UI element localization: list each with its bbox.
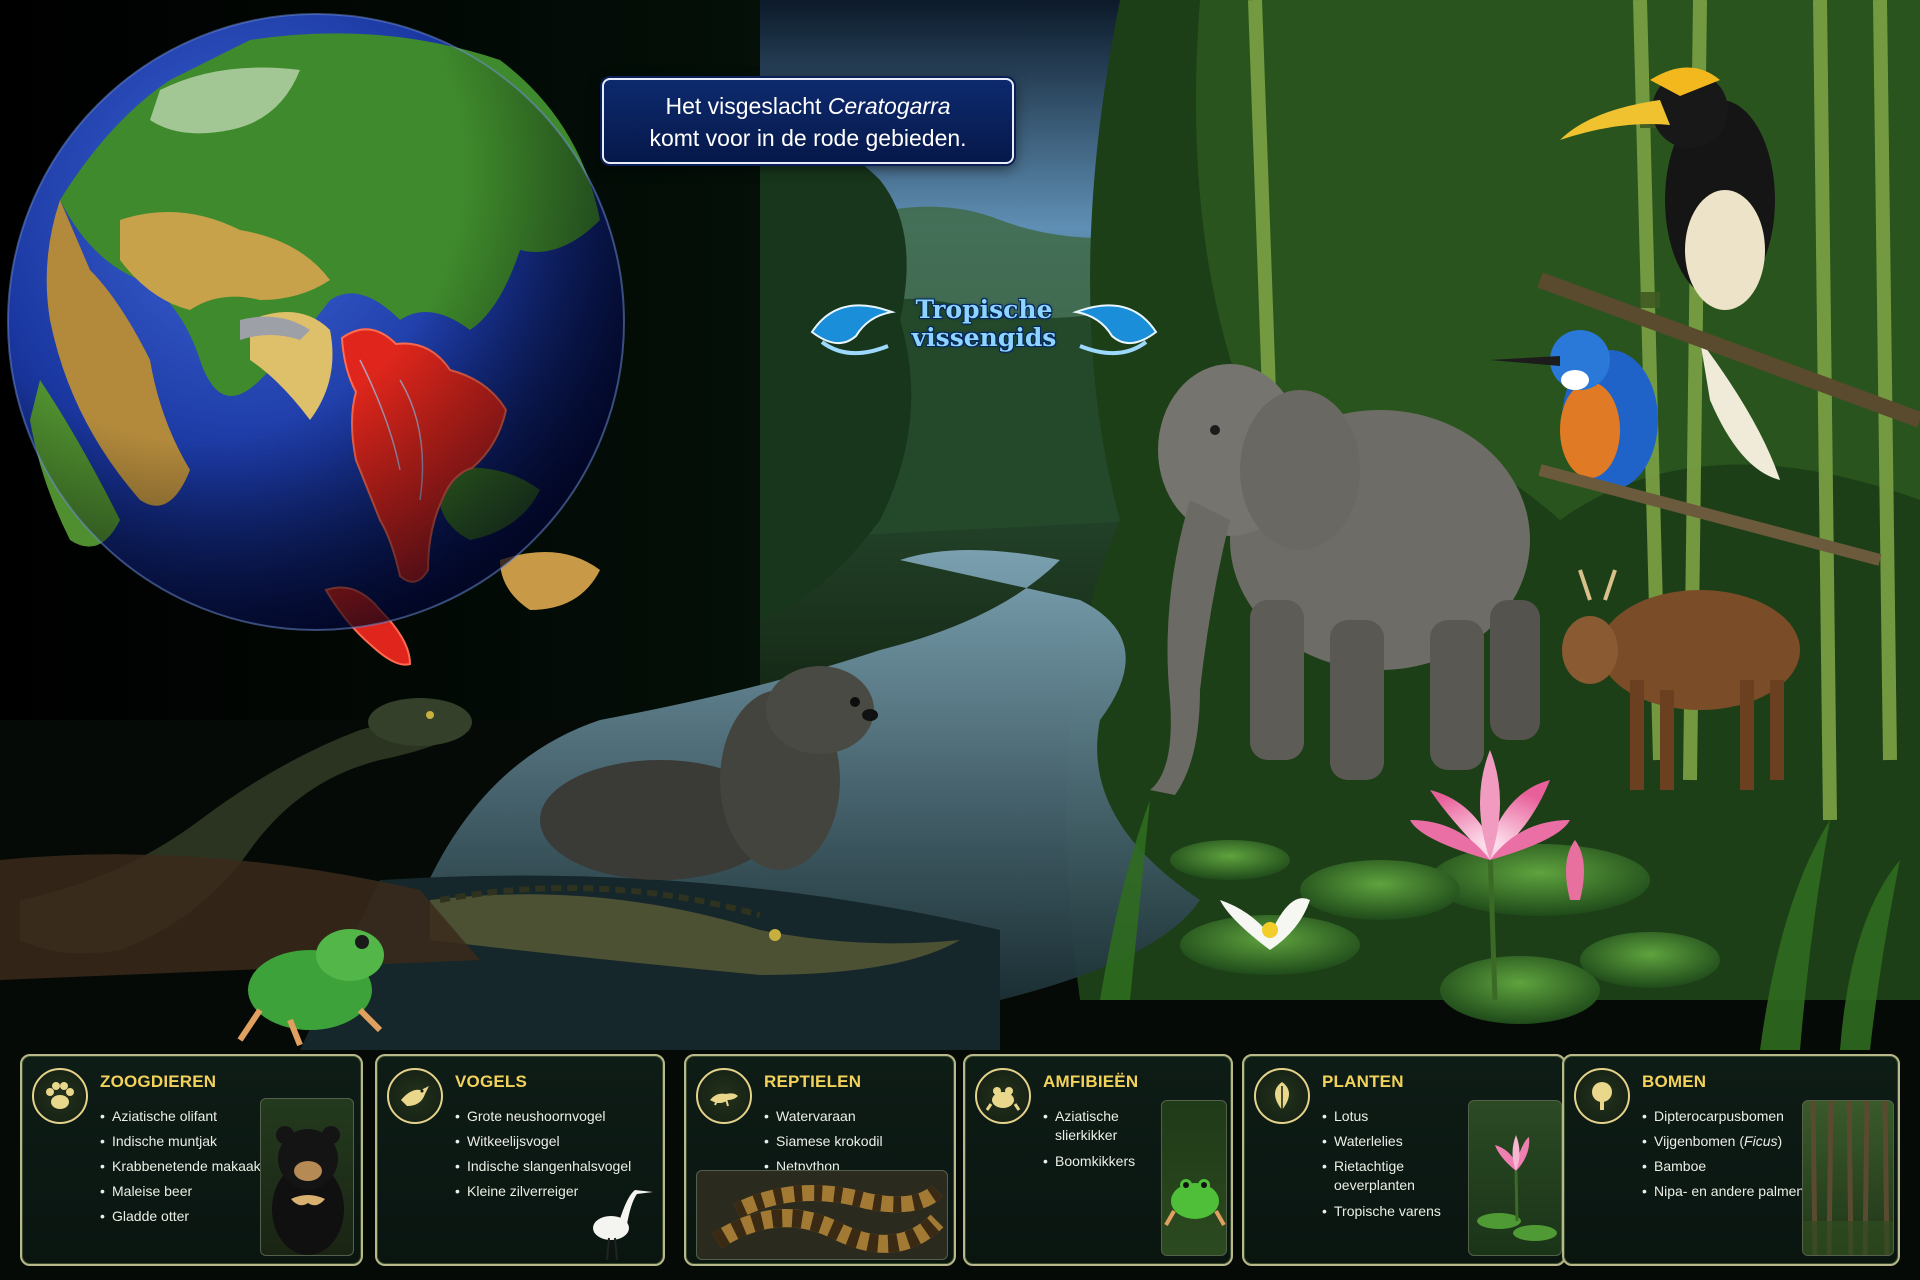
panel-title: AMFIBIEËN (1043, 1072, 1139, 1091)
ficus-genus: Ficus (1744, 1133, 1778, 1149)
panel-zoogdieren: ZOOGDIEREN Aziatische olifant Indische m… (20, 1054, 363, 1266)
caption-genus: Ceratogarra (827, 93, 951, 119)
egret-photo (577, 1176, 659, 1260)
logo-line-2: vissengids (911, 323, 1057, 352)
panel-vogels: VOGELS Grote neushoornvogel Witkeelijsvo… (375, 1054, 665, 1266)
list-item: Lotus (1322, 1104, 1452, 1129)
list-item: Krabbenetende makaak (100, 1154, 261, 1179)
panel-bomen: BOMEN Dipterocarpusbomen Vijgenbomen (Fi… (1562, 1054, 1900, 1266)
species-list: Watervaraan Siamese krokodil Netpython (764, 1104, 883, 1179)
list-item: Nipa- en andere palmen (1642, 1179, 1804, 1204)
panel-title: PLANTEN (1322, 1072, 1404, 1091)
species-list: Dipterocarpusbomen Vijgenbomen (Ficus) B… (1642, 1104, 1804, 1204)
paw-icon (32, 1068, 88, 1124)
python-photo (696, 1170, 948, 1260)
bamboo-forest-photo (1802, 1100, 1894, 1256)
list-item: Maleise beer (100, 1179, 261, 1204)
list-item: Waterlelies (1322, 1129, 1452, 1154)
category-panels: ZOOGDIEREN Aziatische olifant Indische m… (20, 1054, 1900, 1266)
caption-line-2: komt voor in de rode gebieden. (649, 125, 967, 151)
list-item: Boomkikkers (1043, 1149, 1153, 1174)
panel-planten: PLANTEN Lotus Waterlelies Rietachtige oe… (1242, 1054, 1566, 1266)
list-item: Gladde otter (100, 1204, 261, 1229)
sun-bear-photo (260, 1098, 354, 1256)
species-list: Lotus Waterlelies Rietachtige oeverplant… (1322, 1104, 1452, 1224)
list-item: Witkeelijsvogel (455, 1129, 631, 1154)
list-item: Siamese krokodil (764, 1129, 883, 1154)
leaf-icon (1254, 1068, 1310, 1124)
panel-reptielen: REPTIELEN Watervaraan Siamese krokodil N… (684, 1054, 956, 1266)
lotus-photo (1468, 1100, 1562, 1256)
panel-title: REPTIELEN (764, 1072, 862, 1091)
list-item: Dipterocarpusbomen (1642, 1104, 1804, 1129)
list-item: Aziatische olifant (100, 1104, 261, 1129)
list-item: Indische muntjak (100, 1129, 261, 1154)
panel-title: BOMEN (1642, 1072, 1707, 1091)
panel-title: VOGELS (455, 1072, 528, 1091)
list-item: Watervaraan (764, 1104, 883, 1129)
frog-icon (975, 1068, 1031, 1124)
ficus-suffix: ) (1777, 1133, 1783, 1149)
list-item: Grote neushoornvogel (455, 1104, 631, 1129)
list-item-ficus: Vijgenbomen (Ficus) (1642, 1129, 1804, 1154)
panel-amfibieen: AMFIBIEËN Aziatische slierkikker Boomkik… (963, 1054, 1233, 1266)
species-list: Aziatische olifant Indische muntjak Krab… (100, 1104, 261, 1229)
tree-frog-photo (1161, 1100, 1227, 1256)
lizard-icon (696, 1068, 752, 1124)
list-item: Aziatische slierkikker (1043, 1107, 1153, 1145)
list-item: Tropische varens (1322, 1199, 1452, 1224)
list-item: Bamboe (1642, 1154, 1804, 1179)
logo-line-1: Tropische (915, 295, 1053, 324)
caption-prefix: Het visgeslacht (665, 93, 828, 119)
panel-title: ZOOGDIEREN (100, 1072, 217, 1091)
range-caption-box: Het visgeslacht Ceratogarra komt voor in… (602, 78, 1014, 164)
list-item: Rietachtige oeverplanten (1322, 1157, 1452, 1195)
tree-icon (1574, 1068, 1630, 1124)
bird-icon (387, 1068, 443, 1124)
tropische-vissengids-logo: Tropische vissengids (808, 292, 1160, 360)
species-list: Aziatische slierkikker Boomkikkers (1043, 1104, 1153, 1174)
ficus-prefix: Vijgenbomen ( (1654, 1133, 1745, 1149)
caption-line-1: Het visgeslacht Ceratogarra (604, 90, 1012, 122)
